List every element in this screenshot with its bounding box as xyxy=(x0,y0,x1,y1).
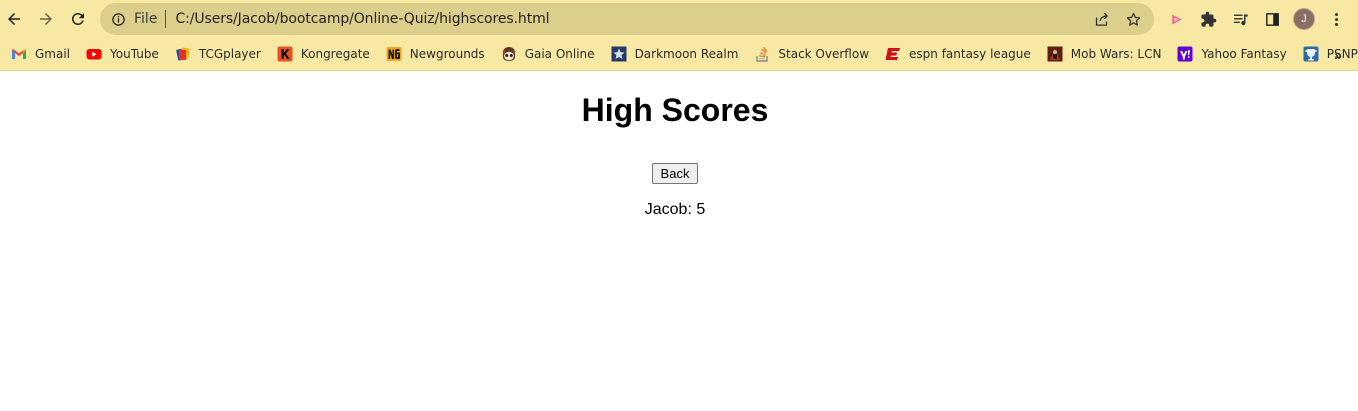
bookmark-darkmoon-realm[interactable]: Darkmoon Realm xyxy=(607,41,743,67)
bookmark-label: Kongregate xyxy=(300,47,370,61)
omnibox-divider xyxy=(165,10,167,28)
high-score-item: Jacob: 5 xyxy=(644,201,706,218)
arrow-left-icon xyxy=(8,13,20,25)
gaia-online-icon xyxy=(501,46,517,62)
bookmark-espn[interactable]: espn fantasy league xyxy=(881,41,1035,67)
more-bookmarks-button[interactable]: » xyxy=(1334,38,1342,71)
page-title: High Scores xyxy=(581,92,769,128)
browser-toolbar: File C:/Users/Jacob/bootcamp/Online-Quiz… xyxy=(0,0,1358,38)
address-bar[interactable]: File C:/Users/Jacob/bootcamp/Online-Quiz… xyxy=(100,3,1154,35)
espn-icon xyxy=(885,46,901,62)
bookmark-kongregate[interactable]: Kongregate xyxy=(273,41,374,67)
bookmark-label: espn fantasy league xyxy=(909,47,1031,61)
bookmark-label: YouTube xyxy=(110,47,159,61)
bookmark-tcgplayer[interactable]: TCGplayer xyxy=(171,41,265,67)
bookmark-mob-wars[interactable]: Mob Wars: LCN xyxy=(1043,41,1166,67)
page-content: High Scores Back Jacob: 5 xyxy=(0,72,1358,411)
bookmark-gaia-online[interactable]: Gaia Online xyxy=(497,41,599,67)
forward-navigation-button[interactable] xyxy=(30,3,62,35)
bookmark-label: Gaia Online xyxy=(524,47,595,61)
bookmark-label: Yahoo Fantasy xyxy=(1201,47,1287,61)
mob-wars-icon xyxy=(1047,46,1063,62)
bookmark-gmail[interactable]: Gmail xyxy=(7,41,74,67)
reload-icon xyxy=(71,12,84,25)
bookmarks-bar: Gmail YouTube TCGplayer Kongregate Newgr… xyxy=(0,38,1358,71)
stack-overflow-icon xyxy=(754,46,770,62)
bookmark-stack-overflow[interactable]: Stack Overflow xyxy=(750,41,873,67)
bookmark-label: Newgrounds xyxy=(409,47,485,61)
info-icon[interactable] xyxy=(110,11,126,27)
bookmark-yahoo-fantasy[interactable]: Yahoo Fantasy xyxy=(1173,41,1290,67)
tcgplayer-icon xyxy=(175,46,191,62)
share-icon[interactable] xyxy=(1088,6,1114,32)
extensions-puzzle-icon[interactable] xyxy=(1192,3,1224,35)
bookmark-newgrounds[interactable]: Newgrounds xyxy=(382,41,489,67)
bookmark-youtube[interactable]: YouTube xyxy=(82,41,163,67)
high-score-list: Jacob: 5 xyxy=(0,200,1350,220)
arrow-right-icon xyxy=(40,13,52,25)
side-panel-icon[interactable] xyxy=(1256,3,1288,35)
url-text[interactable]: C:/Users/Jacob/bootcamp/Online-Quiz/high… xyxy=(175,11,549,27)
bookmark-label: Mob Wars: LCN xyxy=(1070,47,1162,61)
youtube-icon xyxy=(86,46,102,62)
extension-media-icon[interactable] xyxy=(1160,3,1192,35)
back-navigation-button[interactable] xyxy=(0,3,30,35)
bookmark-psnprofiles[interactable]: PSNProfiles xyxy=(1299,41,1358,67)
psnprofiles-icon xyxy=(1303,46,1319,62)
media-queue-icon[interactable] xyxy=(1224,3,1256,35)
back-button[interactable]: Back xyxy=(652,163,698,184)
file-scheme-label: File xyxy=(134,11,158,27)
menu-kebab-icon[interactable] xyxy=(1320,3,1352,35)
gmail-icon xyxy=(11,46,27,62)
bookmark-label: Stack Overflow xyxy=(778,47,870,61)
newgrounds-icon xyxy=(386,46,402,62)
darkmoon-realm-icon xyxy=(611,46,627,62)
bookmark-label: Darkmoon Realm xyxy=(634,47,739,61)
bookmark-star-icon[interactable] xyxy=(1120,6,1146,32)
bookmark-label: TCGplayer xyxy=(198,47,261,61)
yahoo-icon xyxy=(1177,46,1193,62)
reload-button[interactable] xyxy=(62,3,94,35)
bookmark-label: Gmail xyxy=(35,47,71,61)
profile-button[interactable]: J xyxy=(1288,3,1320,35)
bookmark-label: PSNProfiles xyxy=(1326,47,1358,61)
kongregate-icon xyxy=(277,46,293,62)
avatar: J xyxy=(1293,8,1315,30)
